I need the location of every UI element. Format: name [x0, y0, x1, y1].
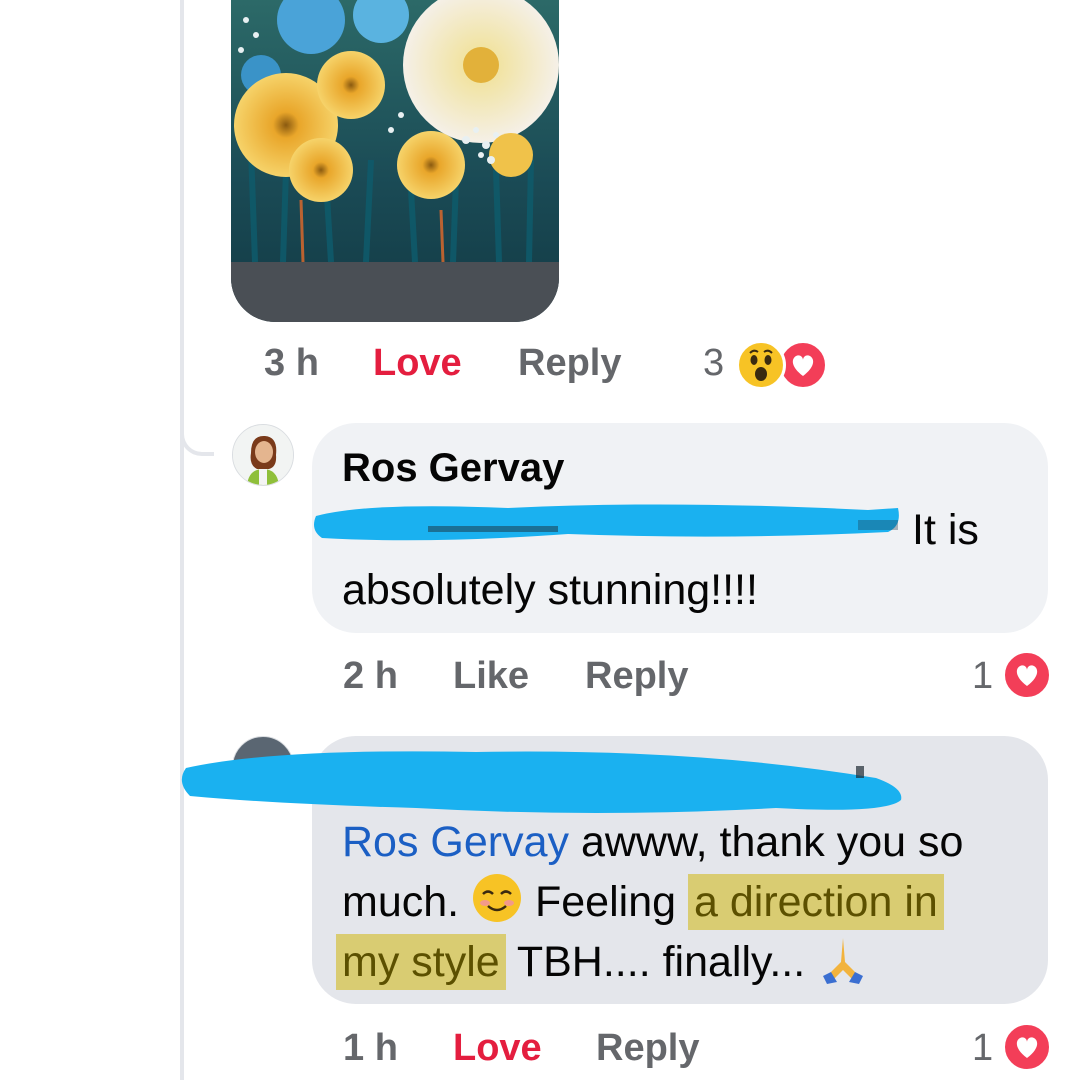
comment-text-line: Ros Gervay awww, thank you so	[342, 818, 964, 866]
comment-actions-reply: 1 h Love Reply 1	[0, 1018, 1080, 1078]
comment-text-line: absolutely stunning!!!!	[342, 566, 758, 614]
comment-text-line: my style TBH.... finally...	[336, 932, 869, 992]
like-button[interactable]: Like	[453, 655, 529, 698]
reply-button[interactable]: Reply	[596, 1027, 699, 1070]
wow-emoji-icon[interactable]	[736, 340, 786, 390]
love-heart-icon[interactable]	[1002, 650, 1052, 700]
mention-link[interactable]: Ros Gervay	[342, 818, 569, 866]
smiling-face-emoji-icon	[471, 872, 523, 924]
comment-text-line: It is	[912, 506, 979, 554]
timestamp[interactable]: 2 h	[343, 655, 398, 698]
comment-actions-top: 3 h Love Reply 3	[0, 333, 1080, 393]
reaction-count[interactable]: 1	[972, 1027, 993, 1070]
comment-author[interactable]: Ros Gervay	[342, 446, 564, 491]
highlighted-text: my style	[336, 934, 506, 990]
painting-image[interactable]	[231, 0, 559, 322]
timestamp[interactable]: 3 h	[264, 342, 319, 385]
love-button[interactable]: Love	[373, 342, 462, 385]
reply-button[interactable]: Reply	[518, 342, 621, 385]
reply-button[interactable]: Reply	[585, 655, 688, 698]
folded-hands-emoji-icon	[817, 932, 869, 984]
redaction-scribble	[314, 504, 899, 541]
love-button[interactable]: Love	[453, 1027, 542, 1070]
love-heart-icon[interactable]	[1002, 1022, 1052, 1072]
reply-connector	[180, 416, 214, 456]
comment-text-line: much. Feeling a direction in	[342, 872, 944, 932]
comment-actions-ros: 2 h Like Reply 1	[0, 646, 1080, 706]
reaction-count[interactable]: 3	[703, 342, 724, 385]
thread-line	[180, 0, 184, 1080]
timestamp[interactable]: 1 h	[343, 1027, 398, 1070]
reaction-count[interactable]: 1	[972, 655, 993, 698]
highlighted-text: a direction in	[687, 874, 944, 930]
avatar[interactable]	[232, 424, 294, 486]
